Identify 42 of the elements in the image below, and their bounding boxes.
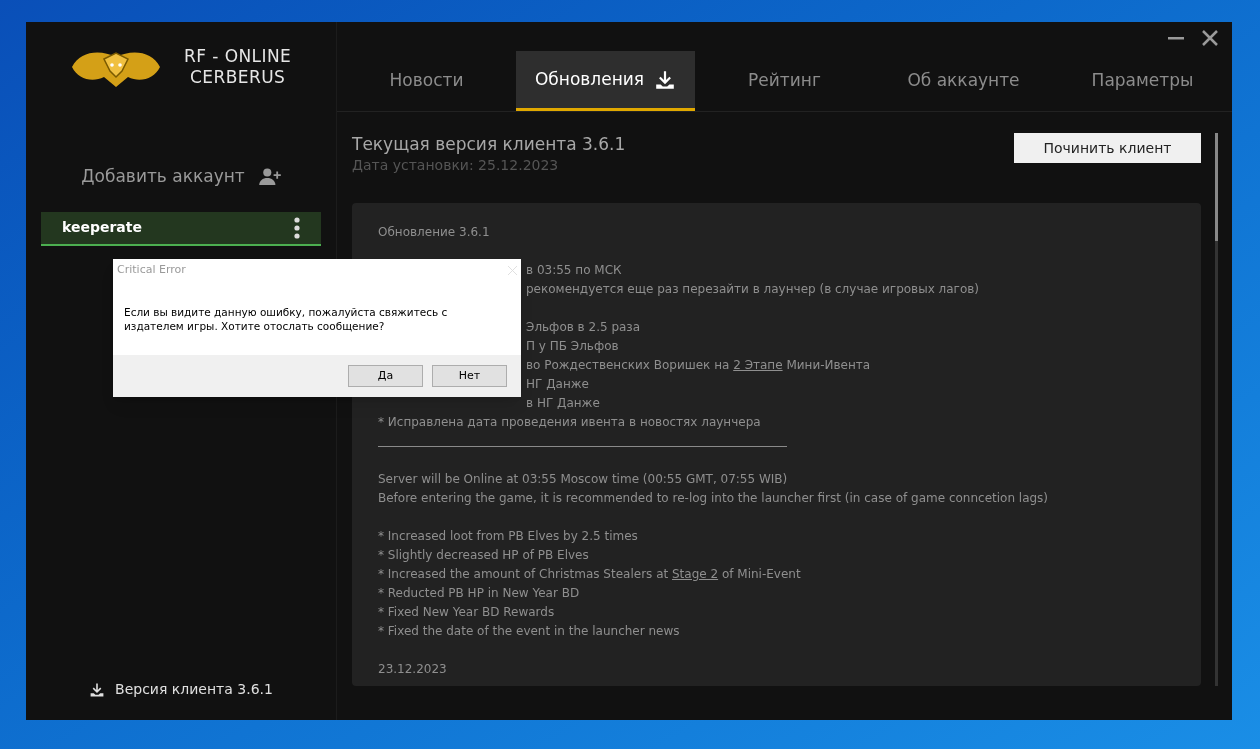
add-user-icon	[258, 167, 281, 186]
note-line: Server will be Online at 03:55 Moscow time (00:55 GMT, 07:55 WIB)	[378, 471, 788, 488]
nav-tab[interactable]: Об аккаунте	[874, 51, 1053, 111]
current-version-title: Текущая версия клиента 3.6.1	[352, 133, 626, 155]
note-line: * Reducted PB HP in New Year BD	[378, 585, 580, 602]
stage-link[interactable]: Stage 2	[672, 567, 719, 581]
more-options-icon[interactable]	[294, 216, 300, 239]
note-line: * Исправлена дата проведения ивента в новостях лаунчера	[378, 414, 761, 431]
account-item[interactable]: keeperate	[41, 211, 321, 246]
note-line: * Increased the amount of Christmas Stealers at Stage 2 of Mini-Event	[378, 566, 801, 583]
download-icon	[654, 68, 677, 91]
nav-tab[interactable]: Рейтинг	[695, 51, 874, 111]
note-line: в НГ Данже	[526, 395, 600, 412]
client-version-label: Версия клиента 3.6.1	[115, 680, 273, 699]
dialog-title: Critical Error	[117, 261, 186, 278]
close-icon[interactable]	[1202, 30, 1218, 46]
note-line: П у ПБ Эльфов	[526, 338, 619, 355]
nav-tab[interactable]: Новости	[337, 51, 516, 111]
dialog-button[interactable]: Да	[348, 365, 423, 387]
dialog-button[interactable]: Нет	[432, 365, 507, 387]
add-account-button[interactable]: Добавить аккаунт	[81, 164, 281, 190]
note-line: Эльфов в 2.5 раза	[526, 319, 641, 336]
stage-link[interactable]: 2 Этапе	[733, 358, 783, 372]
nav-tab[interactable]: Обновления	[516, 51, 695, 111]
download-icon	[89, 681, 106, 698]
note-line: Обновление 3.6.1	[378, 224, 490, 241]
note-line: * Increased loot from PB Elves by 2.5 times	[378, 528, 638, 545]
logo-text: RF - ONLINE CERBERUS	[184, 46, 292, 88]
note-line: * Slightly decreased HP of PB Elves	[378, 547, 589, 564]
note-line: Before entering the game, it is recommended to re-log into the launcher first (in case of game conncetion lags)	[378, 490, 1049, 507]
note-line: рекомендуется еще раз перезайти в лаунчер (в случае игровых лагов)	[526, 281, 979, 298]
install-date: Дата установки: 25.12.2023	[352, 156, 560, 175]
repair-client-button[interactable]: Починить клиент	[1014, 133, 1201, 163]
note-line: в 03:55 по МСК	[526, 262, 622, 279]
note-line: во Рождественских Воришек на 2 Этапе Мини-Ивента	[526, 357, 871, 374]
note-line: НГ Данже	[526, 376, 589, 393]
note-line: * Fixed New Year BD Rewards	[378, 604, 555, 621]
nav-tab[interactable]: Параметры	[1053, 51, 1232, 111]
note-line: 23.12.2023	[378, 661, 447, 678]
scrollbar[interactable]	[1215, 133, 1218, 686]
note-line: * Fixed the date of the event in the launcher news	[378, 623, 680, 640]
dialog-message: Если вы видите данную ошибку, пожалуйста свяжитесь с издателем игры. Хотите отослать сообщение?	[123, 305, 449, 333]
